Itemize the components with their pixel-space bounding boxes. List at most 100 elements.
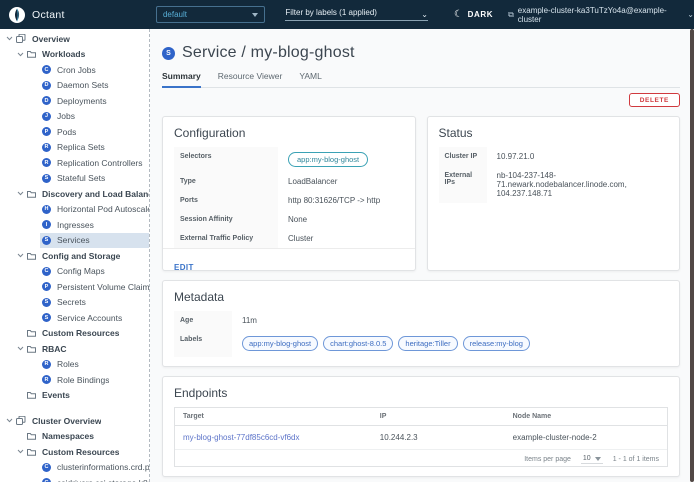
sidebar-item-cron-jobs[interactable]: C Cron Jobs — [0, 62, 149, 78]
endpoints-table: TargetIPNode Name my-blog-ghost-77df85c6… — [174, 407, 668, 467]
sidebar-item-label: csidrivers.csi.storage.k8s.io — [57, 478, 149, 482]
field-label: Type — [174, 172, 278, 191]
context-name: example-cluster-ka3TuTzYo4a@example-clus… — [518, 6, 684, 24]
sidebar-item-events[interactable]: Events — [0, 388, 149, 404]
configuration-rows: Selectors app:my-blog-ghost Type LoadBal… — [174, 147, 404, 248]
sidebar-item-daemon-sets[interactable]: D Daemon Sets — [0, 78, 149, 94]
context-selector[interactable]: ⧉ example-cluster-ka3TuTzYo4a@example-cl… — [508, 6, 694, 24]
tab-resource-viewer[interactable]: Resource Viewer — [218, 71, 283, 87]
sidebar-item-custom-resources[interactable]: Custom Resources — [0, 444, 149, 460]
sidebar-item-label: RBAC — [42, 344, 67, 354]
sidebar-item-label: Deployments — [57, 96, 107, 106]
namespace-select[interactable]: default — [156, 6, 265, 23]
label-chip: heritage:Tiller — [398, 336, 457, 351]
sidebar-item-label: Overview — [32, 34, 70, 44]
folder-icon — [27, 329, 36, 337]
chevron-down-icon — [15, 253, 25, 258]
sidebar-item-label: Roles — [57, 359, 79, 369]
status-rows: Cluster IP 10.97.21.0 External IPs nb-10… — [439, 147, 669, 203]
sidebar-item-role-bindings[interactable]: R Role Bindings — [0, 372, 149, 388]
sidebar-item-label: Cluster Overview — [32, 416, 101, 426]
sidebar-item-label: Horizontal Pod Autoscalers — [57, 204, 149, 214]
sidebar-item-label: Daemon Sets — [57, 80, 109, 90]
tab-yaml[interactable]: YAML — [299, 71, 322, 87]
cluster-icon: ⧉ — [508, 10, 514, 20]
namespace-value: default — [163, 10, 187, 19]
overview-icon — [16, 416, 26, 425]
theme-toggle[interactable]: ☾ DARK — [454, 9, 493, 20]
page-size-value: 10 — [583, 455, 591, 462]
sidebar-item-roles[interactable]: R Roles — [0, 357, 149, 373]
endpoints-header-row: TargetIPNode Name — [175, 408, 667, 426]
tab-summary[interactable]: Summary — [162, 71, 201, 88]
field-value: 11m — [232, 311, 668, 330]
sidebar-item-csidrivers-csi-storage-k8s-io[interactable]: C csidrivers.csi.storage.k8s.io — [0, 475, 149, 482]
sidebar-item-services[interactable]: S Services — [0, 233, 149, 249]
chevron-down-icon — [15, 449, 25, 454]
sidebar-item-rbac[interactable]: RBAC — [0, 341, 149, 357]
endpoints-title: Endpoints — [174, 386, 668, 400]
sidebar-item-label: Namespaces — [42, 431, 94, 441]
label-chip: app:my-blog-ghost — [242, 336, 318, 351]
sidebar-item-replica-sets[interactable]: R Replica Sets — [0, 140, 149, 156]
table-cell: example-cluster-node-2 — [505, 426, 667, 450]
sidebar-item-secrets[interactable]: S Secrets — [0, 295, 149, 311]
field-value: http 80:31626/TCP -> http — [278, 191, 404, 210]
sidebar-item-namespaces[interactable]: Namespaces — [0, 429, 149, 445]
sidebar-item-label: Config and Storage — [42, 251, 120, 261]
sidebar-item-cluster-overview[interactable]: Cluster Overview — [0, 413, 149, 429]
chevron-down-icon — [4, 418, 14, 423]
endpoints-body: my-blog-ghost-77df85c6cd-vf6dx10.244.2.3… — [175, 426, 667, 450]
resource-icon: R — [42, 360, 51, 369]
overview-icon — [16, 34, 26, 43]
app-title: Octant — [32, 9, 65, 21]
resource-icon: S — [42, 313, 51, 322]
sidebar-item-overview[interactable]: Overview — [0, 31, 149, 47]
endpoint-target-link[interactable]: my-blog-ghost-77df85c6cd-vf6dx — [175, 426, 372, 450]
edit-link[interactable]: EDIT — [174, 263, 194, 272]
sidebar-item-label: clusterinformations.crd.projec — [57, 462, 149, 472]
label-filter[interactable]: Filter by labels (1 applied) ⌄ — [285, 8, 428, 21]
resource-icon: C — [42, 267, 51, 276]
sidebar-item-persistent-volume-claims[interactable]: P Persistent Volume Claims — [0, 279, 149, 295]
sidebar-item-stateful-sets[interactable]: S Stateful Sets — [0, 171, 149, 187]
sidebar-item-deployments[interactable]: D Deployments — [0, 93, 149, 109]
sidebar-item-config-maps[interactable]: C Config Maps — [0, 264, 149, 280]
field-label: Selectors — [174, 147, 278, 172]
field-row: Ports http 80:31626/TCP -> http — [174, 191, 404, 210]
resource-icon: H — [42, 205, 51, 214]
field-row: Selectors app:my-blog-ghost — [174, 147, 404, 172]
resource-icon: R — [42, 143, 51, 152]
sidebar-item-label: Service Accounts — [57, 313, 122, 323]
vertical-scrollbar[interactable] — [690, 29, 694, 482]
chevron-down-icon — [252, 13, 258, 17]
actions-bar: DELETE — [162, 93, 680, 107]
sidebar-item-label: Config Maps — [57, 266, 105, 276]
sidebar-item-workloads[interactable]: Workloads — [0, 47, 149, 63]
sidebar-item-horizontal-pod-autoscalers[interactable]: H Horizontal Pod Autoscalers — [0, 202, 149, 218]
table-cell: 10.244.2.3 — [372, 426, 505, 450]
field-value: app:my-blog-ghost — [278, 147, 404, 172]
sidebar-nav: Overview Workloads C Cron Jobs D Daemon — [0, 29, 150, 482]
sidebar-item-clusterinformations-crd-projec[interactable]: C clusterinformations.crd.projec — [0, 460, 149, 476]
sidebar-item-config-and-storage[interactable]: Config and Storage — [0, 248, 149, 264]
service-icon: S — [162, 47, 175, 60]
status-title: Status — [439, 126, 669, 140]
resource-icon: P — [42, 127, 51, 136]
sidebar-item-discovery-and-load-balancing[interactable]: Discovery and Load Balancing — [0, 186, 149, 202]
sidebar-item-jobs[interactable]: J Jobs — [0, 109, 149, 125]
folder-icon — [27, 432, 36, 440]
sidebar-item-pods[interactable]: P Pods — [0, 124, 149, 140]
sidebar-item-label: Workloads — [42, 49, 85, 59]
delete-button[interactable]: DELETE — [629, 93, 680, 107]
sidebar-item-service-accounts[interactable]: S Service Accounts — [0, 310, 149, 326]
sidebar-item-label: Cron Jobs — [57, 65, 96, 75]
field-value: Cluster — [278, 229, 404, 248]
sidebar-item-ingresses[interactable]: I Ingresses — [0, 217, 149, 233]
sidebar-item-label: Role Bindings — [57, 375, 109, 385]
page-size-select[interactable]: 10 — [581, 454, 603, 464]
sidebar-item-custom-resources[interactable]: Custom Resources — [0, 326, 149, 342]
sidebar-item-replication-controllers[interactable]: R Replication Controllers — [0, 155, 149, 171]
sidebar-item-label: Custom Resources — [42, 447, 119, 457]
moon-icon: ☾ — [454, 9, 464, 20]
